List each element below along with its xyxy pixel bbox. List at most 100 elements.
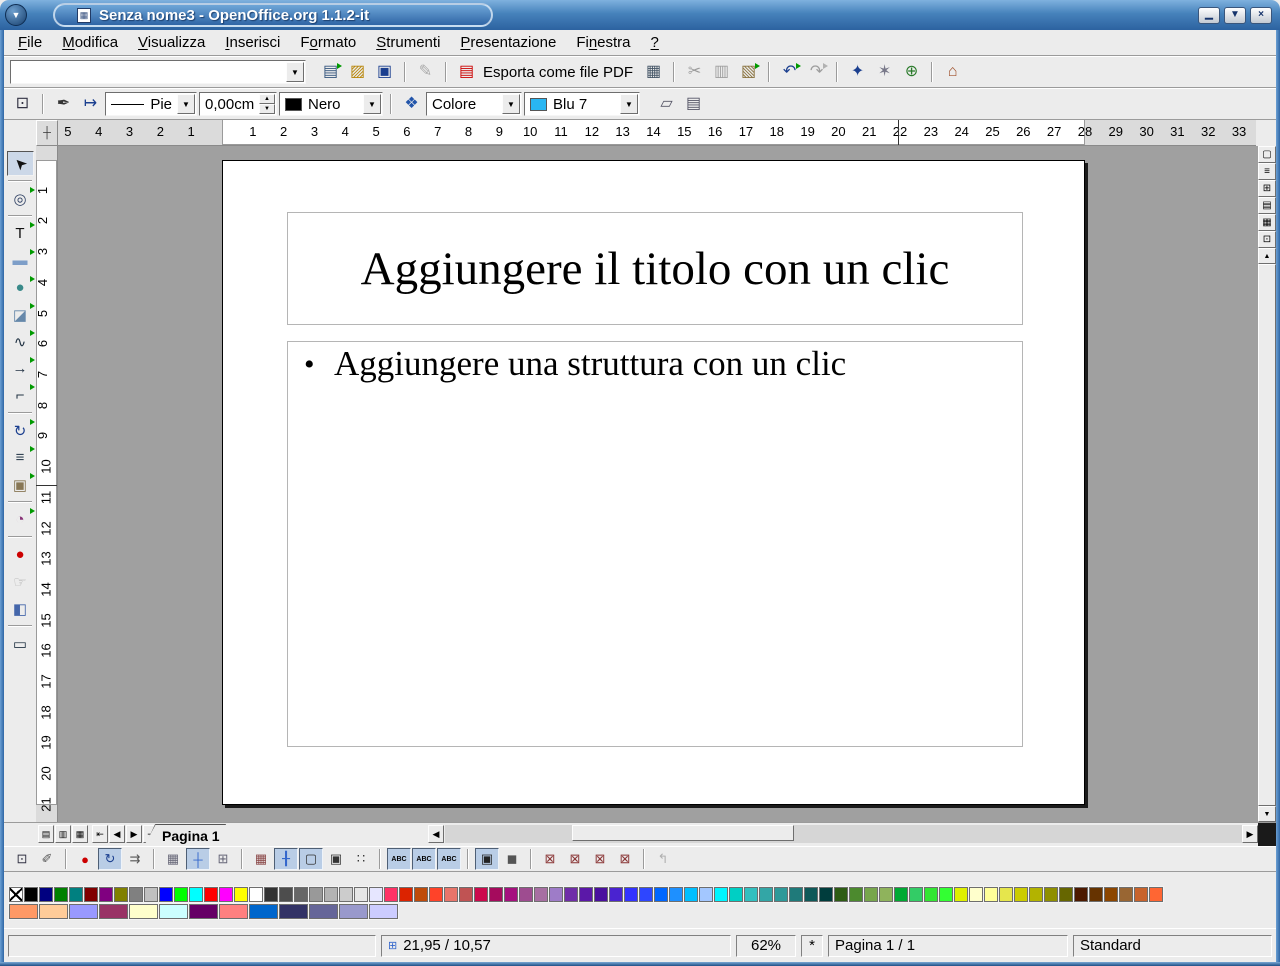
- color-swatch[interactable]: [114, 887, 128, 902]
- fill-color-dropdown-arrow[interactable]: ▼: [620, 94, 638, 114]
- color-swatch[interactable]: [624, 887, 638, 902]
- color-swatch[interactable]: [414, 887, 428, 902]
- color-swatch[interactable]: [39, 904, 68, 919]
- color-swatch[interactable]: [894, 887, 908, 902]
- color-swatch[interactable]: [69, 904, 98, 919]
- color-swatch[interactable]: [519, 887, 533, 902]
- color-swatch[interactable]: [774, 887, 788, 902]
- color-swatch[interactable]: [249, 904, 278, 919]
- color-swatch[interactable]: [159, 904, 188, 919]
- color-swatch[interactable]: [384, 887, 398, 902]
- color-swatch[interactable]: [339, 904, 368, 919]
- redo-icon[interactable]: ↷: [804, 60, 829, 84]
- show-snap-lines-toggle[interactable]: ┼: [186, 848, 210, 870]
- color-swatch[interactable]: [489, 887, 503, 902]
- contour-placeholder-toggle[interactable]: ⊠: [563, 848, 587, 870]
- status-zoom-field[interactable]: 62%: [736, 935, 796, 957]
- color-swatch[interactable]: [219, 887, 233, 902]
- color-swatch[interactable]: [549, 887, 563, 902]
- preview-mode-toggle[interactable]: ⇉: [123, 848, 147, 870]
- color-swatch[interactable]: [1029, 887, 1043, 902]
- color-swatch[interactable]: [1134, 887, 1148, 902]
- color-swatch[interactable]: [849, 887, 863, 902]
- outline-placeholder[interactable]: • Aggiungere una struttura con un clic: [287, 341, 1023, 747]
- system-menu-button[interactable]: ▼: [5, 4, 27, 26]
- save-icon[interactable]: ▣: [372, 60, 397, 84]
- previous-page-button[interactable]: ◀: [109, 825, 125, 843]
- color-swatch[interactable]: [594, 887, 608, 902]
- rotate-tool[interactable]: ↻: [7, 418, 34, 443]
- color-swatch[interactable]: [804, 887, 818, 902]
- color-swatch[interactable]: [234, 887, 248, 902]
- arrow-ends-icon[interactable]: ↦: [78, 92, 103, 116]
- color-swatch[interactable]: [324, 887, 338, 902]
- ellipse-tool[interactable]: ●: [7, 275, 34, 300]
- page-mode-button[interactable]: ▤: [38, 825, 54, 843]
- color-swatch[interactable]: [564, 887, 578, 902]
- arrange-tool[interactable]: ▣: [7, 472, 34, 497]
- color-swatch[interactable]: [699, 887, 713, 902]
- ruler-origin-corner[interactable]: ┼: [36, 120, 58, 146]
- line-width-value[interactable]: 0,00cm: [200, 96, 259, 113]
- menu-strumenti[interactable]: Strumenti: [366, 32, 450, 53]
- color-swatch[interactable]: [129, 887, 143, 902]
- notes-view-button[interactable]: ▤: [1258, 197, 1276, 214]
- menu-modifica[interactable]: Modifica: [52, 32, 128, 53]
- vscroll-track[interactable]: [1258, 264, 1276, 806]
- status-modified-field[interactable]: *: [801, 935, 823, 957]
- hscroll-right-button[interactable]: ▶: [1242, 825, 1258, 843]
- presentation-tool[interactable]: ▭: [7, 631, 34, 656]
- select-text-area-toggle[interactable]: ABC: [412, 848, 436, 870]
- 3d-objects-tool[interactable]: ◪: [7, 302, 34, 327]
- color-swatch[interactable]: [579, 887, 593, 902]
- master-mode-button[interactable]: ▥: [55, 825, 71, 843]
- color-swatch[interactable]: [729, 887, 743, 902]
- menu-file[interactable]: File: [8, 32, 52, 53]
- fill-color-combobox[interactable]: Blu 7 ▼: [524, 92, 640, 116]
- no-fill-swatch[interactable]: [9, 887, 23, 902]
- line-color-dropdown-arrow[interactable]: ▼: [363, 94, 381, 114]
- text-tool[interactable]: T: [7, 221, 34, 246]
- color-swatch[interactable]: [1104, 887, 1118, 902]
- color-swatch[interactable]: [1044, 887, 1058, 902]
- color-swatch[interactable]: [9, 904, 38, 919]
- line-width-up[interactable]: ▲: [259, 94, 275, 104]
- color-swatch[interactable]: [129, 904, 158, 919]
- open-icon[interactable]: ▨: [345, 60, 370, 84]
- fill-type-combobox[interactable]: Colore ▼: [426, 92, 522, 116]
- magic-wand-icon[interactable]: ✶: [872, 60, 897, 84]
- insert-tool[interactable]: ◔: [7, 507, 34, 532]
- hscroll-track[interactable]: [445, 825, 1242, 843]
- color-swatch[interactable]: [684, 887, 698, 902]
- color-swatch[interactable]: [54, 887, 68, 902]
- color-swatch[interactable]: [834, 887, 848, 902]
- color-swatch[interactable]: [354, 887, 368, 902]
- color-swatch[interactable]: [249, 887, 263, 902]
- paste-icon[interactable]: ▧: [736, 60, 761, 84]
- status-page-field[interactable]: Pagina 1 / 1: [828, 935, 1068, 957]
- workspace-canvas[interactable]: Aggiungere il titolo con un clic • Aggiu…: [58, 146, 1258, 822]
- vscroll-thumb[interactable]: [1258, 264, 1276, 806]
- menu-aiuto[interactable]: ?: [641, 32, 669, 53]
- export-pdf-icon[interactable]: ▤: [454, 60, 479, 84]
- color-swatch[interactable]: [639, 887, 653, 902]
- horizontal-ruler[interactable]: 5432112345678910111213141516171819202122…: [58, 120, 1256, 146]
- lines-arrows-tool[interactable]: →: [7, 356, 34, 381]
- fill-type-dropdown-arrow[interactable]: ▼: [502, 94, 520, 114]
- 3d-controller-tool[interactable]: ◧: [7, 596, 34, 621]
- picture-placeholder-toggle[interactable]: ⊠: [538, 848, 562, 870]
- color-swatch[interactable]: [954, 887, 968, 902]
- color-swatch[interactable]: [309, 887, 323, 902]
- simple-handles-toggle[interactable]: ▣: [475, 848, 499, 870]
- slide[interactable]: Aggiungere il titolo con un clic • Aggiu…: [222, 160, 1085, 805]
- snap-to-object-frame-toggle[interactable]: ▣: [324, 848, 348, 870]
- window-resize-grip[interactable]: [1258, 823, 1276, 846]
- color-swatch[interactable]: [744, 887, 758, 902]
- minimize-button[interactable]: ▁: [1198, 7, 1220, 24]
- line-style-combobox[interactable]: Pie ▼: [105, 92, 197, 116]
- print-icon[interactable]: ▦: [641, 60, 666, 84]
- color-swatch[interactable]: [654, 887, 668, 902]
- line-width-down[interactable]: ▼: [259, 104, 275, 114]
- color-swatch[interactable]: [429, 887, 443, 902]
- maximize-button[interactable]: ▼: [1224, 7, 1246, 24]
